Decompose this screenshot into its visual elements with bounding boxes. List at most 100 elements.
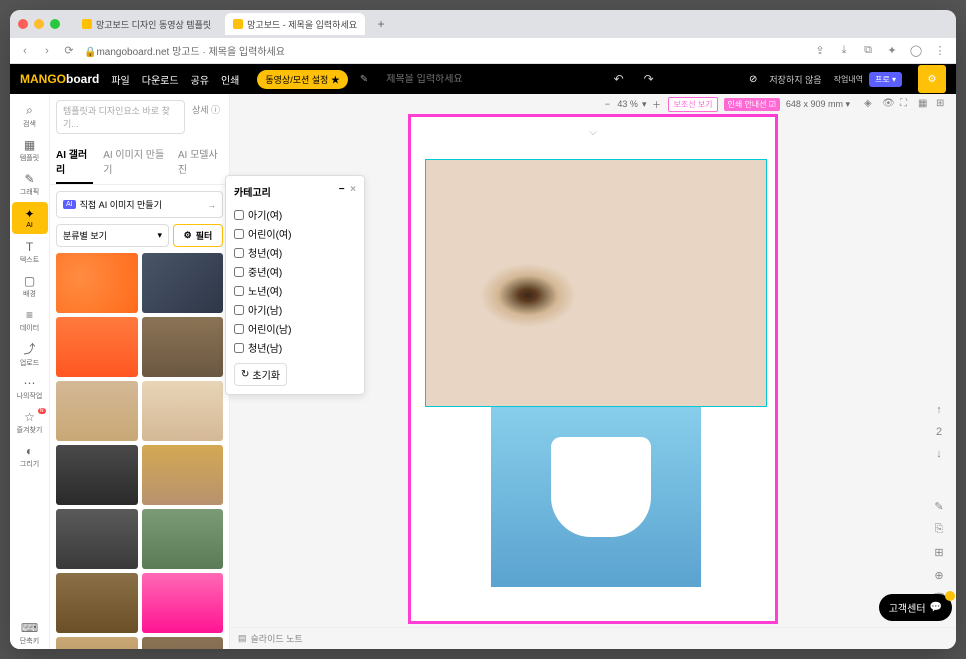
gallery-thumb[interactable]	[142, 637, 224, 649]
gallery-thumb[interactable]	[142, 509, 224, 569]
print-guide-toggle[interactable]: 인쇄 안내선 ☑	[724, 98, 780, 111]
gallery-thumb[interactable]	[56, 317, 138, 377]
checkbox[interactable]	[234, 286, 244, 296]
profile-icon[interactable]: ◯	[908, 43, 924, 59]
slide-note-bar[interactable]: ▤ 슬라이드 노트	[230, 627, 956, 649]
gallery-thumb[interactable]	[142, 573, 224, 633]
move-down-button[interactable]: ↓	[936, 448, 942, 460]
close-icon[interactable]: ×	[350, 184, 356, 195]
filter-option[interactable]: 아기(남)	[234, 300, 356, 319]
extension-icon[interactable]: ✦	[884, 43, 900, 59]
redo-button[interactable]: ↷	[644, 72, 654, 86]
grid-icon[interactable]: ▦	[918, 98, 930, 110]
collapse-icon[interactable]: −	[339, 184, 345, 195]
zoom-out-button[interactable]: −	[601, 99, 613, 109]
forward-button[interactable]: ›	[40, 44, 54, 58]
sort-dropdown[interactable]: 분류별 보기▾	[56, 224, 169, 247]
menu-print[interactable]: 인쇄	[221, 72, 239, 87]
url-field[interactable]: 🔒mangoboard.net 망고드 · 제목을 입력하세요	[84, 43, 804, 58]
nav-data[interactable]: ≡데이터	[12, 304, 48, 336]
checkbox[interactable]	[234, 210, 244, 220]
checkbox[interactable]	[234, 324, 244, 334]
motion-settings-button[interactable]: 동영상/모션 설정	[257, 70, 347, 89]
checkbox[interactable]	[234, 248, 244, 258]
filter-option[interactable]: 청년(여)	[234, 243, 356, 262]
nav-mywork[interactable]: ⋯나의작업	[12, 372, 48, 404]
checkbox[interactable]	[234, 229, 244, 239]
view-icon[interactable]: ⊞	[936, 98, 948, 110]
maximize-window-icon[interactable]	[50, 19, 60, 29]
nav-favorites[interactable]: ☆즐겨찾기	[12, 406, 48, 438]
filter-option[interactable]: 어린이(여)	[234, 224, 356, 243]
checkbox[interactable]	[234, 267, 244, 277]
checkbox[interactable]	[234, 305, 244, 315]
nav-background[interactable]: ▢배경	[12, 270, 48, 302]
layout-icon[interactable]: ⊞	[934, 546, 943, 559]
layers-icon[interactable]: ◈	[864, 98, 876, 110]
minimize-window-icon[interactable]	[34, 19, 44, 29]
nav-draw[interactable]: ◐그리기	[12, 440, 48, 472]
canvas-page[interactable]: ⌵	[408, 114, 778, 624]
ai-generate-button[interactable]: AI 직접 AI 이미지 만들기 →	[56, 191, 223, 218]
filter-button[interactable]: ⚙필터	[173, 224, 223, 247]
user-box[interactable]: 작업내역 프로 ▾	[834, 72, 902, 87]
filter-option[interactable]: 어린이(남)	[234, 319, 356, 338]
nav-graphic[interactable]: ✎그래픽	[12, 168, 48, 200]
nav-text[interactable]: T텍스트	[12, 236, 48, 268]
nav-template[interactable]: ▦템플릿	[12, 134, 48, 166]
zoom-level[interactable]: 43 %	[617, 99, 638, 109]
tab-ai-model[interactable]: AI 모델사진	[178, 140, 223, 184]
filter-option[interactable]: 중년(여)	[234, 262, 356, 281]
filter-option[interactable]: 아기(여)	[234, 205, 356, 224]
crop-icon[interactable]: ⛶	[900, 98, 912, 110]
tab-ai-generate[interactable]: AI 이미지 만들기	[103, 140, 168, 184]
add-page-icon[interactable]: ⊕	[934, 569, 943, 582]
reload-button[interactable]: ⟳	[62, 44, 76, 58]
nav-search[interactable]: ⌕검색	[12, 100, 48, 132]
gallery-thumb[interactable]	[142, 445, 224, 505]
download-icon[interactable]: ⤓	[836, 43, 852, 59]
share-icon[interactable]: ⇪	[812, 43, 828, 59]
edit-title-icon[interactable]: ✎	[360, 74, 368, 85]
edit-icon[interactable]: ✎	[934, 500, 943, 513]
new-tab-button[interactable]: +	[371, 17, 391, 31]
nav-shortcuts[interactable]: ⌨단축키	[12, 617, 48, 649]
pro-badge[interactable]: 프로 ▾	[869, 72, 902, 87]
gallery-thumb[interactable]	[56, 253, 138, 313]
chevron-down-icon[interactable]: ▾	[642, 99, 647, 110]
tab-ai-gallery[interactable]: AI 갤러리	[56, 140, 93, 184]
filter-option[interactable]: 노년(여)	[234, 281, 356, 300]
nav-ai[interactable]: ✦AI	[12, 202, 48, 234]
move-up-button[interactable]: ↑	[936, 404, 942, 416]
copy-icon[interactable]: ⧉	[860, 43, 876, 59]
help-button[interactable]: 고객센터 💬	[879, 594, 952, 621]
gallery-thumb[interactable]	[56, 573, 138, 633]
selected-image[interactable]	[425, 159, 767, 407]
menu-icon[interactable]: ⋮	[932, 43, 948, 59]
settings-button[interactable]: ⚙	[918, 65, 946, 93]
guide-toggle[interactable]: 보조선 보기	[668, 97, 717, 112]
menu-share[interactable]: 공유	[191, 72, 209, 87]
gallery-thumb[interactable]	[142, 317, 224, 377]
window-controls[interactable]	[18, 19, 60, 29]
search-input[interactable]: 템플릿과 디자인요소 바로 찾기...	[56, 100, 185, 134]
browser-tab-active[interactable]: 망고보드 - 제목을 입력하세요	[225, 13, 365, 35]
copy-icon[interactable]: ⎘	[935, 523, 944, 536]
filter-option[interactable]: 청년(남)	[234, 338, 356, 357]
logo[interactable]: MANGOboard	[20, 72, 99, 86]
checkbox[interactable]	[234, 343, 244, 353]
nav-upload[interactable]: ⤴업로드	[12, 338, 48, 370]
detail-button[interactable]: 상세 ⓘ	[189, 100, 223, 134]
zoom-in-button[interactable]: ＋	[650, 98, 662, 111]
gallery-thumb[interactable]	[56, 637, 138, 649]
reset-button[interactable]: ↻초기화	[234, 363, 287, 386]
canvas-image[interactable]	[491, 407, 701, 587]
gallery-thumb[interactable]	[56, 445, 138, 505]
gallery-thumb[interactable]	[56, 381, 138, 441]
gallery-thumb[interactable]	[142, 253, 224, 313]
title-input[interactable]	[386, 74, 518, 85]
menu-file[interactable]: 파일	[111, 72, 129, 87]
canvas-dimensions[interactable]: 648 x 909 mm ▾	[786, 99, 850, 110]
eye-icon[interactable]: 👁	[882, 98, 894, 110]
gallery-thumb[interactable]	[56, 509, 138, 569]
